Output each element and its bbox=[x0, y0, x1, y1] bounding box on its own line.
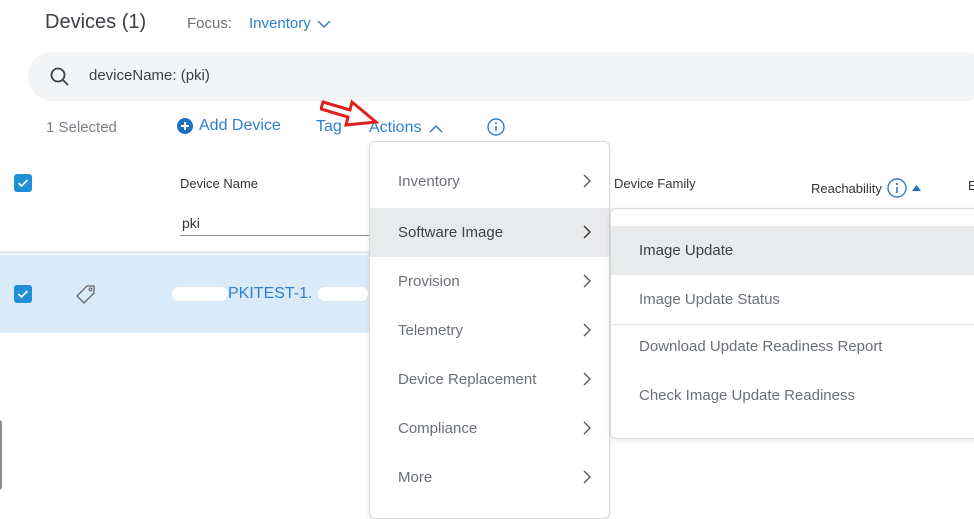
annotation-arrow-icon bbox=[320, 99, 380, 127]
submenu-item-image-update[interactable]: Image Update bbox=[611, 226, 974, 275]
chevron-right-icon bbox=[583, 274, 591, 288]
column-header-device-family[interactable]: Device Family bbox=[614, 176, 696, 191]
menu-item-label: Compliance bbox=[398, 420, 478, 437]
menu-item-label: Inventory bbox=[398, 173, 460, 190]
chevron-right-icon bbox=[583, 372, 591, 386]
check-icon bbox=[17, 290, 29, 299]
menu-item-device-replacement[interactable]: Device Replacement bbox=[370, 355, 609, 404]
focus-dropdown[interactable]: Inventory bbox=[249, 15, 331, 32]
column-header-reachability[interactable]: Reachability bbox=[811, 178, 921, 198]
focus-value: Inventory bbox=[249, 15, 311, 32]
check-icon bbox=[17, 179, 29, 188]
search-input[interactable]: deviceName: (pki) bbox=[89, 67, 210, 84]
chevron-right-icon bbox=[583, 470, 591, 484]
plus-circle-icon bbox=[177, 118, 193, 134]
add-device-button[interactable]: Add Device bbox=[177, 117, 281, 135]
device-name-link[interactable]: PKITEST-1. bbox=[228, 285, 312, 303]
submenu-item-image-update-status[interactable]: Image Update Status bbox=[611, 275, 974, 324]
chevron-right-icon bbox=[583, 323, 591, 337]
sort-ascending-icon[interactable] bbox=[911, 185, 921, 191]
add-device-label: Add Device bbox=[199, 117, 281, 134]
software-image-submenu: Image Update Image Update Status Downloa… bbox=[610, 208, 974, 439]
row-checkbox[interactable] bbox=[14, 285, 32, 303]
chevron-right-icon bbox=[583, 174, 591, 188]
menu-item-label: More bbox=[398, 469, 433, 486]
menu-item-telemetry[interactable]: Telemetry bbox=[370, 306, 609, 355]
redacted-block bbox=[172, 287, 228, 301]
menu-item-label: Device Replacement bbox=[398, 371, 537, 388]
actions-button[interactable]: Actions bbox=[369, 119, 443, 137]
reachability-label: Reachability bbox=[811, 180, 882, 196]
search-icon bbox=[50, 67, 69, 86]
tag-icon[interactable] bbox=[74, 284, 96, 306]
selected-count: 1 Selected bbox=[46, 119, 117, 136]
search-bar[interactable]: deviceName: (pki) bbox=[28, 52, 974, 101]
actions-menu: Inventory Software Image Provision Telem… bbox=[369, 141, 610, 519]
menu-item-label: Provision bbox=[398, 273, 460, 290]
redacted-block bbox=[318, 287, 368, 301]
submenu-item-download-readiness-report[interactable]: Download Update Readiness Report bbox=[611, 322, 974, 371]
info-icon[interactable] bbox=[887, 178, 907, 198]
select-all-checkbox[interactable] bbox=[14, 174, 32, 192]
menu-item-compliance[interactable]: Compliance bbox=[370, 404, 609, 453]
column-header-truncated[interactable]: E bbox=[968, 178, 974, 193]
menu-item-provision[interactable]: Provision bbox=[370, 257, 609, 306]
side-panel-handle[interactable] bbox=[0, 420, 2, 490]
info-icon[interactable] bbox=[487, 118, 505, 136]
chevron-right-icon bbox=[583, 225, 591, 239]
chevron-up-icon bbox=[429, 124, 443, 133]
header-divider bbox=[0, 251, 370, 254]
menu-item-inventory[interactable]: Inventory bbox=[370, 157, 609, 206]
device-name-filter-input[interactable] bbox=[180, 210, 370, 236]
focus-label: Focus: bbox=[187, 15, 233, 32]
submenu-item-check-readiness[interactable]: Check Image Update Readiness bbox=[611, 371, 974, 420]
chevron-down-icon bbox=[317, 19, 331, 28]
column-header-device-name[interactable]: Device Name bbox=[180, 176, 258, 191]
menu-item-more[interactable]: More bbox=[370, 453, 609, 502]
chevron-right-icon bbox=[583, 421, 591, 435]
page-title: Devices (1) bbox=[45, 11, 147, 33]
menu-item-software-image[interactable]: Software Image bbox=[370, 208, 609, 257]
menu-item-label: Telemetry bbox=[398, 322, 464, 339]
menu-item-label: Software Image bbox=[398, 224, 504, 241]
